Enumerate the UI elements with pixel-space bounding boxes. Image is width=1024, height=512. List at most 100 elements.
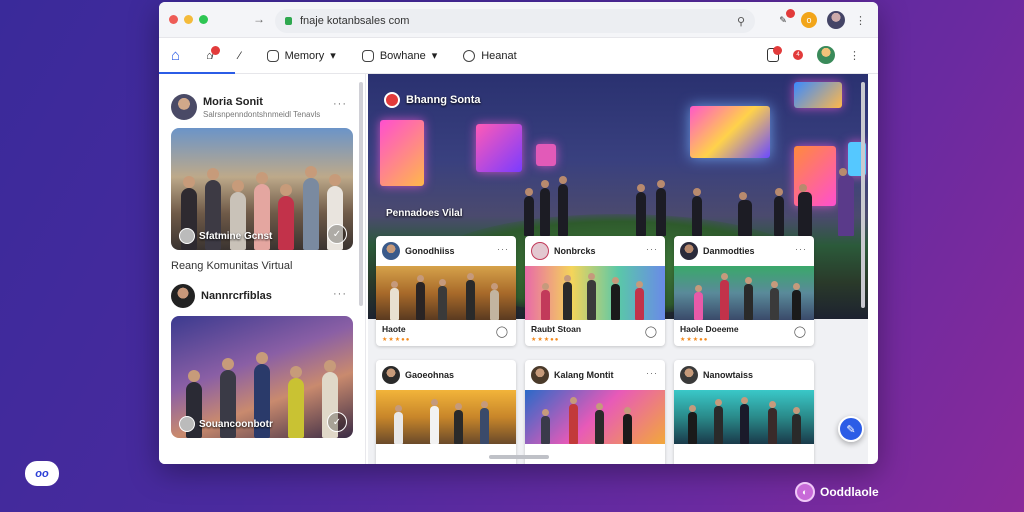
avatar[interactable] — [171, 284, 195, 308]
avatar[interactable] — [382, 366, 400, 384]
more-icon[interactable]: ··· — [646, 368, 658, 378]
person-figure — [416, 275, 425, 320]
person-figure — [540, 180, 550, 236]
card-image[interactable] — [525, 266, 665, 320]
post-card[interactable]: Gaoeohnas — [376, 360, 516, 464]
brand-logo: oo — [25, 461, 59, 486]
chevron-down-icon: ▾ — [330, 50, 336, 62]
more-icon[interactable]: ··· — [497, 244, 509, 254]
card-image[interactable] — [376, 390, 516, 444]
card-author[interactable]: Danmodties — [703, 246, 755, 256]
card-image[interactable] — [525, 390, 665, 444]
home-icon[interactable]: ⌂ — [171, 47, 180, 64]
scroll-handle[interactable] — [489, 455, 549, 459]
card-footer: Haote ★★★●● ◯ — [376, 320, 516, 346]
nav-item-heanat[interactable]: Heanat — [463, 49, 517, 62]
bookmark-icon[interactable] — [767, 46, 782, 62]
card-header: Nonbrcks ··· — [525, 236, 665, 266]
card-author[interactable]: Nonbrcks — [554, 246, 596, 256]
comment-icon[interactable]: ◯ — [794, 325, 806, 338]
person-figure — [623, 407, 632, 444]
card-title[interactable]: Haole Doeeme — [680, 324, 808, 334]
share-icon[interactable]: ✓ — [327, 224, 347, 244]
person-figure — [635, 281, 644, 320]
site-nav: ⌂ ⌂̸ ⁄ Memory ▾ Bowhane ▾ Heanat 4 ⋮ — [159, 38, 878, 74]
extension-orange-icon[interactable]: o — [801, 12, 817, 28]
post-card[interactable]: Gonodhiiss ··· Haote ★★★●● ◯ — [376, 236, 516, 346]
person-figure — [569, 397, 578, 444]
post-image[interactable]: Sfatmine Gcnst ✓ — [171, 128, 353, 250]
avatar[interactable] — [531, 242, 549, 260]
post-meta: Moria Sonit Salrsnpenndontshnmeidl Tenav… — [203, 96, 320, 119]
post-card[interactable]: Nonbrcks ··· Raubt Stoan ★★★●● ◯ — [525, 236, 665, 346]
more-icon[interactable]: ··· — [795, 244, 807, 254]
card-author[interactable]: Gonodhiiss — [405, 246, 455, 256]
image-caption: Souancoonbotr — [179, 416, 273, 432]
minimize-window-dot[interactable] — [184, 15, 193, 24]
post-card[interactable]: Kalang Montit ··· — [525, 360, 665, 464]
nav-item-memory[interactable]: Memory ▾ — [266, 49, 336, 62]
person-figure — [595, 403, 604, 444]
card-author[interactable]: Gaoeohnas — [405, 370, 454, 380]
more-icon[interactable]: ⋮ — [849, 49, 860, 62]
star-icon: ★★★●● — [680, 337, 709, 343]
person-figure — [302, 166, 319, 250]
more-icon[interactable]: ··· — [333, 98, 347, 110]
person-figure — [774, 188, 784, 236]
user-avatar[interactable] — [827, 11, 845, 29]
post-image[interactable]: Souancoonbotr ✓ — [171, 316, 353, 438]
star-icon: ★★★●● — [531, 337, 560, 343]
card-title[interactable]: Raubt Stoan — [531, 324, 659, 334]
extension-badge — [786, 9, 795, 18]
menu-dots-icon[interactable]: ⋮ — [855, 14, 866, 27]
card-image[interactable] — [674, 390, 814, 444]
share-icon[interactable]: ✓ — [327, 412, 347, 432]
post-author[interactable]: Nannrcrfiblas — [201, 290, 272, 302]
notifications-icon[interactable]: ⌂̸ — [206, 45, 220, 62]
avatar[interactable] — [680, 366, 698, 384]
post-card[interactable]: Nanowtaiss — [674, 360, 814, 464]
more-icon[interactable]: ··· — [333, 288, 347, 300]
person-figure — [524, 188, 534, 236]
avatar[interactable] — [171, 94, 197, 120]
hero-title[interactable]: Bhanng Sonta — [406, 94, 481, 106]
profile-icon[interactable]: ⚲ — [737, 15, 745, 28]
avatar[interactable] — [382, 242, 400, 260]
account-avatar[interactable] — [817, 46, 835, 64]
card-title[interactable]: Haote — [382, 324, 510, 334]
avatar[interactable] — [680, 242, 698, 260]
comment-icon[interactable]: ◯ — [645, 325, 657, 338]
nav-actions: 4 ⋮ — [767, 46, 860, 64]
alert-icon[interactable]: 4 — [793, 50, 803, 60]
person-figure — [278, 184, 295, 250]
star-icon: ★★★●● — [382, 337, 411, 343]
post-author[interactable]: Moria Sonit — [203, 96, 320, 108]
post-meta: Nannrcrfiblas — [201, 290, 272, 302]
brand-watermark: ◐ Ooddlaole — [795, 482, 879, 502]
edit-icon[interactable]: ⁄ — [239, 50, 241, 62]
nav-item-bowhane[interactable]: Bowhane ▾ — [361, 49, 438, 62]
hero-crowd — [518, 156, 868, 236]
card-image[interactable] — [674, 266, 814, 320]
comment-icon[interactable]: ◯ — [496, 325, 508, 338]
avatar[interactable] — [531, 366, 549, 384]
brand-logo-icon: ◐ — [795, 482, 815, 502]
card-image[interactable] — [376, 266, 516, 320]
card-header: Danmodties ··· — [674, 236, 814, 266]
card-author[interactable]: Kalang Montit — [554, 370, 614, 380]
forward-icon[interactable]: → — [253, 12, 265, 26]
maximize-window-dot[interactable] — [199, 15, 208, 24]
extension-icon[interactable]: ✎ — [775, 9, 795, 28]
chevron-down-icon: ▾ — [431, 50, 438, 62]
caption-text: Sfatmine Gcnst — [199, 230, 273, 242]
image-caption: Sfatmine Gcnst — [179, 228, 272, 244]
post-card[interactable]: Danmodties ··· Haole Doeeme ★★★●● ◯ — [674, 236, 814, 346]
person-figure — [738, 192, 752, 236]
card-author[interactable]: Nanowtaiss — [703, 370, 753, 380]
more-icon[interactable]: ··· — [646, 244, 658, 254]
compose-button[interactable]: ✎ — [838, 416, 864, 442]
address-bar[interactable]: fnaje kotanbsales com ⚲ — [275, 9, 755, 33]
main-scrollbar[interactable] — [861, 82, 865, 308]
caption-avatar — [179, 416, 195, 432]
close-window-dot[interactable] — [169, 15, 178, 24]
